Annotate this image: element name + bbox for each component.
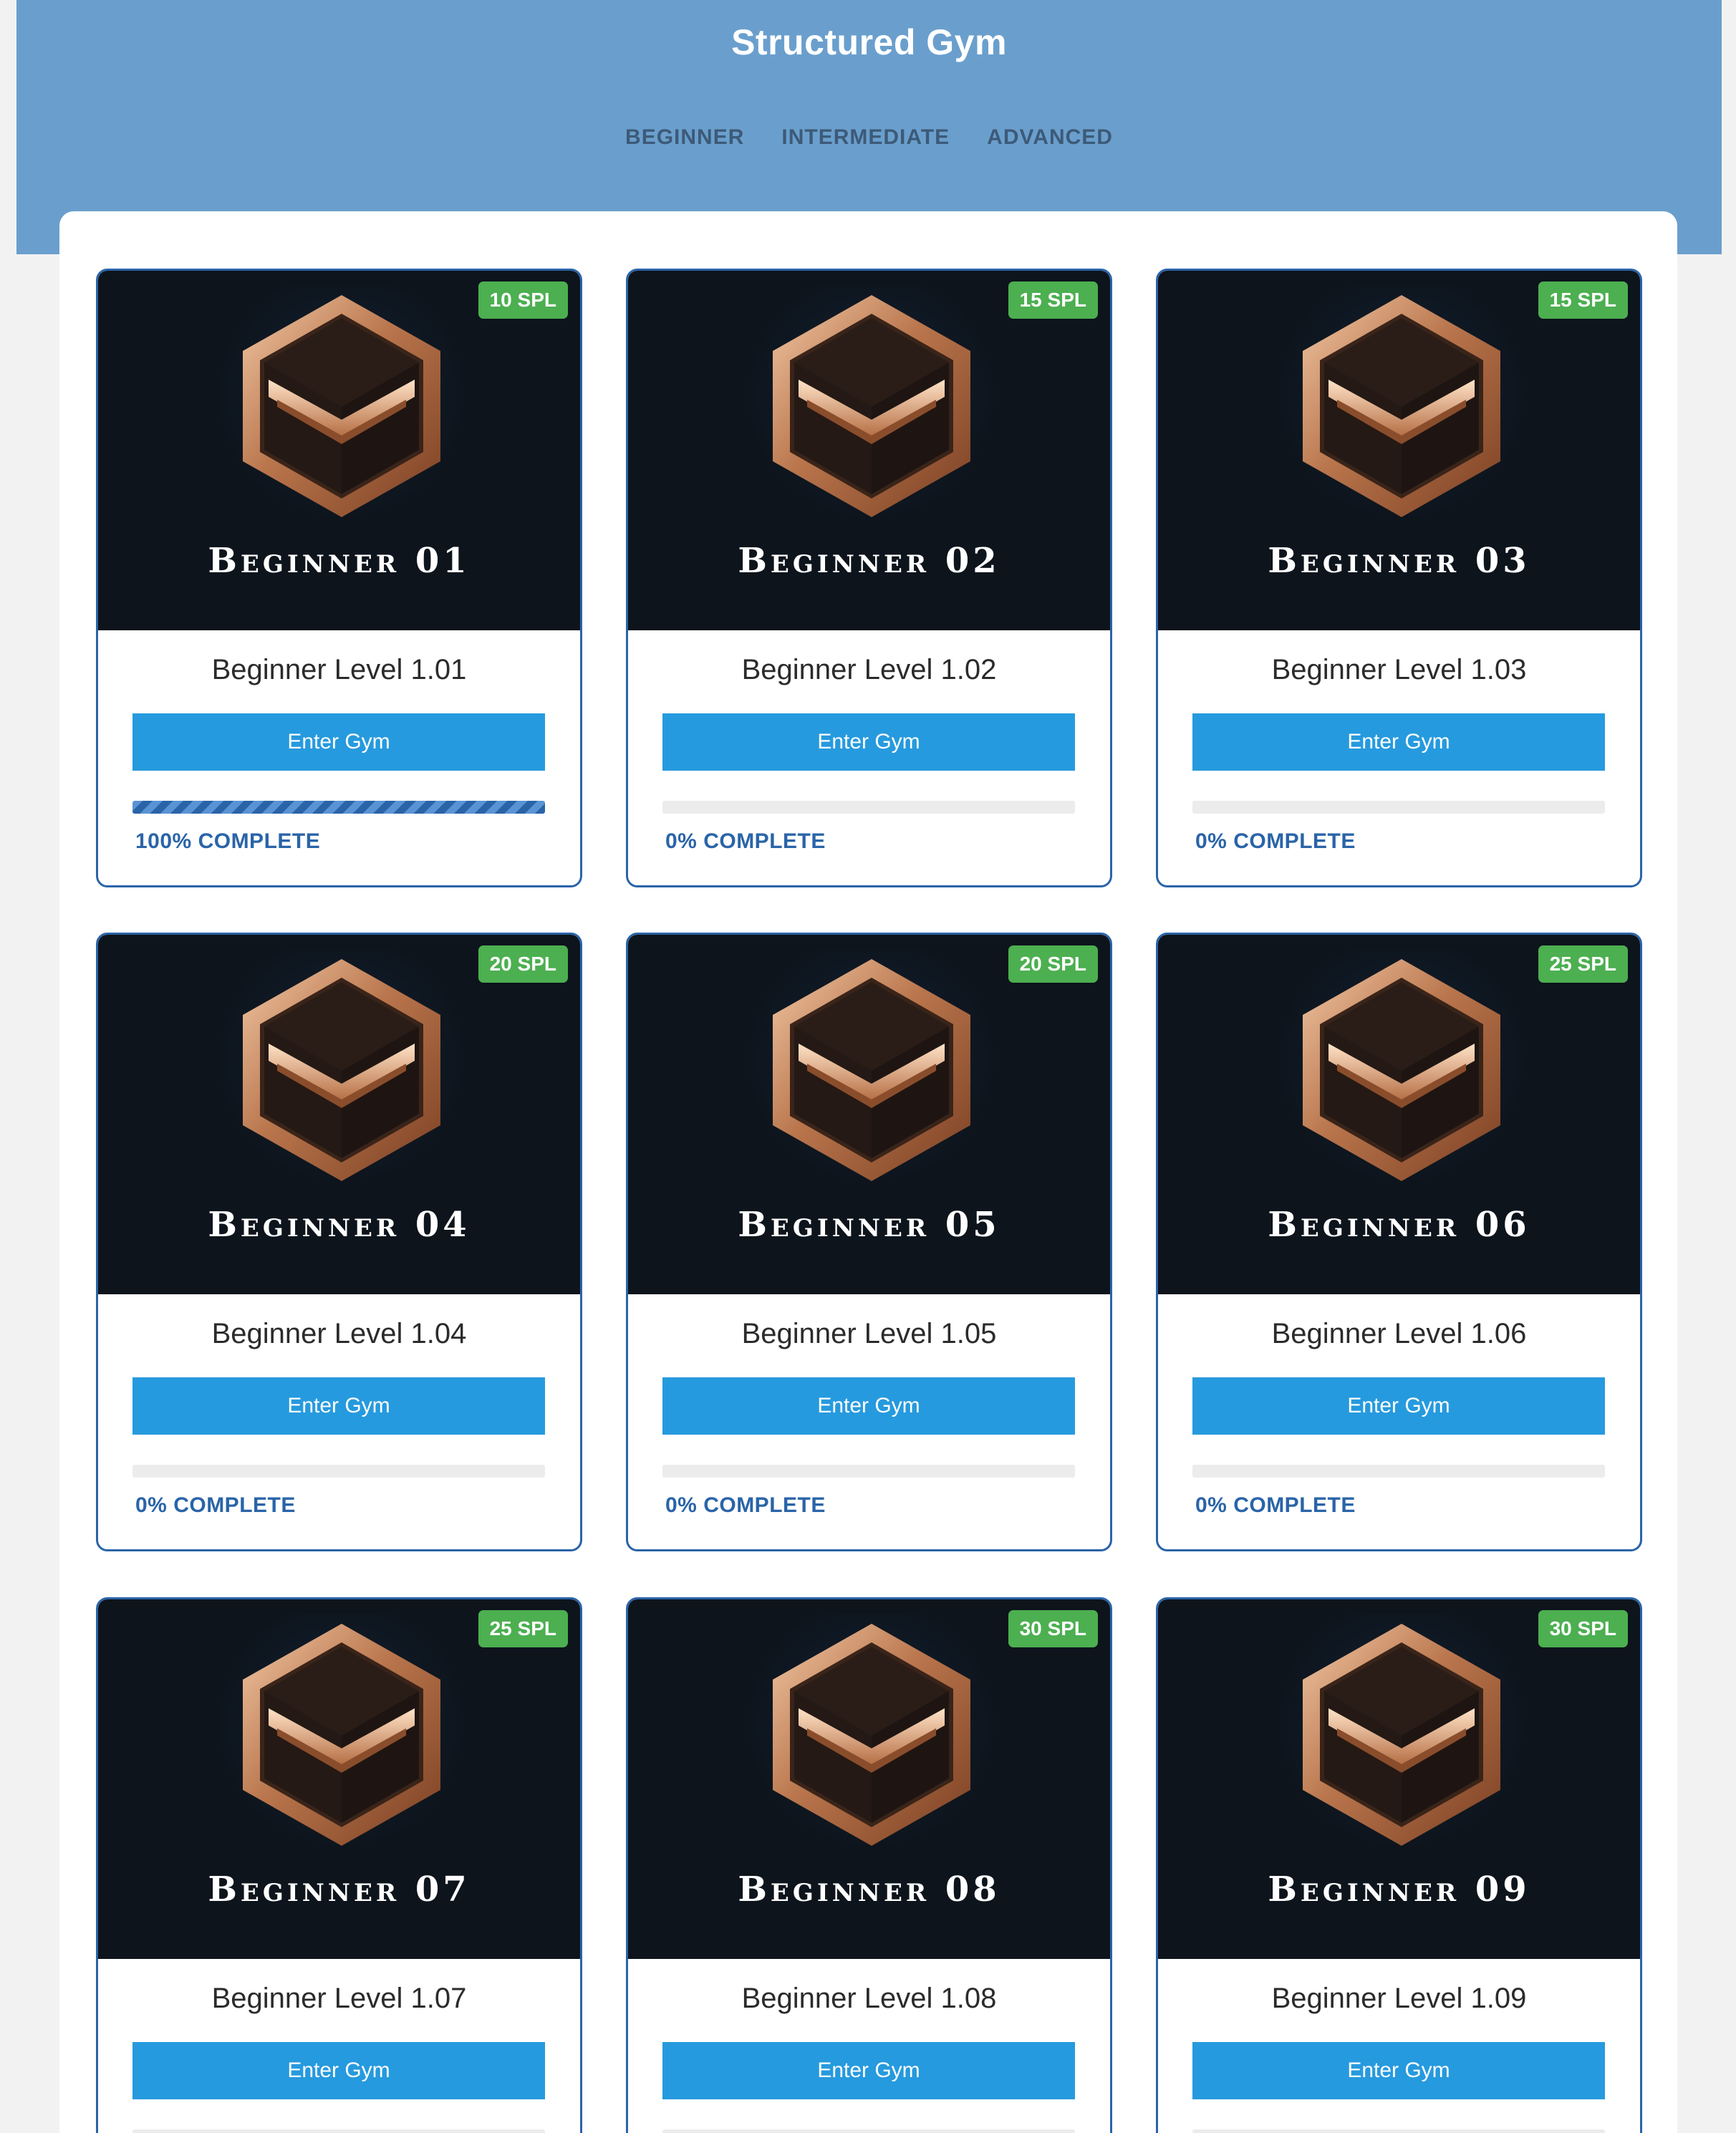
progress-bar [1192,801,1605,814]
enter-gym-button[interactable]: Enter Gym [132,2042,545,2099]
gym-card: Beginner 02 15 SPL Beginner Level 1.02 E… [626,269,1112,887]
bronze-rank-badge-icon [1303,959,1500,1181]
gym-card-art-title: Beginner 09 [1268,1869,1530,1910]
gym-card: Beginner 05 20 SPL Beginner Level 1.05 E… [626,933,1112,1551]
level-tabs: BEGINNER INTERMEDIATE ADVANCED [16,125,1722,150]
enter-gym-button[interactable]: Enter Gym [132,713,545,771]
gym-card-art-title: Beginner 06 [1268,1205,1530,1245]
gym-card: Beginner 04 20 SPL Beginner Level 1.04 E… [96,933,582,1551]
progress-bar [662,1465,1075,1478]
gym-grid: Beginner 01 10 SPL Beginner Level 1.01 E… [59,211,1677,2133]
progress-label: 100% COMPLETE [135,829,321,853]
bronze-rank-badge-icon [773,959,970,1181]
gym-card-art-title: Beginner 01 [208,541,471,581]
gym-card-art-title: Beginner 04 [208,1205,471,1245]
enter-gym-button[interactable]: Enter Gym [1192,2042,1605,2099]
enter-gym-button[interactable]: Enter Gym [662,2042,1075,2099]
spl-reward-badge: 30 SPL [1538,1610,1628,1647]
spl-reward-badge: 10 SPL [478,281,568,319]
gym-card-image[interactable]: Beginner 06 25 SPL [1158,935,1640,1294]
gym-card-image[interactable]: Beginner 09 30 SPL [1158,1599,1640,1959]
progress-label: 0% COMPLETE [665,829,826,853]
gym-card: Beginner 08 30 SPL Beginner Level 1.08 E… [626,1597,1112,2133]
gym-card-art-title: Beginner 08 [738,1869,1000,1910]
progress-label: 0% COMPLETE [1195,1493,1356,1517]
gym-card-art-title: Beginner 05 [738,1205,1000,1245]
gym-card-image[interactable]: Beginner 07 25 SPL [98,1599,580,1959]
progress-bar [662,2129,1075,2133]
progress-bar [1192,1465,1605,1478]
page-title: Structured Gym [731,22,1007,62]
bronze-rank-badge-icon [243,1624,440,1846]
gym-card-art-title: Beginner 02 [738,541,1000,581]
bronze-rank-badge-icon [773,1624,970,1846]
gym-card-image[interactable]: Beginner 04 20 SPL [98,935,580,1294]
tab-beginner[interactable]: BEGINNER [625,125,744,150]
bronze-rank-badge-icon [243,959,440,1181]
spl-reward-badge: 15 SPL [1008,281,1098,319]
spl-reward-badge: 30 SPL [1008,1610,1098,1647]
gym-card-image[interactable]: Beginner 08 30 SPL [628,1599,1110,1959]
gym-card-art-title: Beginner 03 [1268,541,1530,581]
gym-card-title: Beginner Level 1.03 [1271,654,1527,685]
gym-card-title: Beginner Level 1.01 [211,654,467,685]
enter-gym-button[interactable]: Enter Gym [132,1377,545,1435]
progress-bar [662,801,1075,814]
gym-card-image[interactable]: Beginner 05 20 SPL [628,935,1110,1294]
gym-card-art-title: Beginner 07 [208,1869,471,1910]
enter-gym-button[interactable]: Enter Gym [662,713,1075,771]
gym-card: Beginner 07 25 SPL Beginner Level 1.07 E… [96,1597,582,2133]
progress-bar [1192,2129,1605,2133]
gym-card: Beginner 03 15 SPL Beginner Level 1.03 E… [1156,269,1642,887]
gym-card-title: Beginner Level 1.05 [741,1318,997,1349]
enter-gym-button[interactable]: Enter Gym [1192,1377,1605,1435]
bronze-rank-badge-icon [243,295,440,517]
gym-card-image[interactable]: Beginner 02 15 SPL [628,271,1110,630]
bronze-rank-badge-icon [1303,1624,1500,1846]
gym-card-title: Beginner Level 1.04 [211,1318,467,1349]
progress-bar [132,1465,545,1478]
progress-bar-fill [132,801,545,814]
spl-reward-badge: 20 SPL [478,945,568,983]
enter-gym-button[interactable]: Enter Gym [1192,713,1605,771]
gym-card-title: Beginner Level 1.06 [1271,1318,1527,1349]
gym-card-image[interactable]: Beginner 03 15 SPL [1158,271,1640,630]
tab-advanced[interactable]: ADVANCED [987,125,1113,150]
gym-card-title: Beginner Level 1.09 [1271,1983,1527,2014]
page: Structured Gym BEGINNER INTERMEDIATE ADV… [0,0,1736,2133]
progress-bar [132,2129,545,2133]
gym-card-title: Beginner Level 1.08 [741,1983,997,2014]
gym-card-image[interactable]: Beginner 01 10 SPL [98,271,580,630]
progress-label: 0% COMPLETE [665,1493,826,1517]
enter-gym-button[interactable]: Enter Gym [662,1377,1075,1435]
progress-bar [132,801,545,814]
spl-reward-badge: 25 SPL [1538,945,1628,983]
spl-reward-badge: 15 SPL [1538,281,1628,319]
gym-card-title: Beginner Level 1.07 [211,1983,467,2014]
gym-card-title: Beginner Level 1.02 [741,654,997,685]
spl-reward-badge: 25 SPL [478,1610,568,1647]
spl-reward-badge: 20 SPL [1008,945,1098,983]
bronze-rank-badge-icon [773,295,970,517]
progress-label: 0% COMPLETE [135,1493,296,1517]
gym-card: Beginner 01 10 SPL Beginner Level 1.01 E… [96,269,582,887]
progress-label: 0% COMPLETE [1195,829,1356,853]
gym-card: Beginner 06 25 SPL Beginner Level 1.06 E… [1156,933,1642,1551]
tab-intermediate[interactable]: INTERMEDIATE [781,125,950,150]
gym-card: Beginner 09 30 SPL Beginner Level 1.09 E… [1156,1597,1642,2133]
bronze-rank-badge-icon [1303,295,1500,517]
